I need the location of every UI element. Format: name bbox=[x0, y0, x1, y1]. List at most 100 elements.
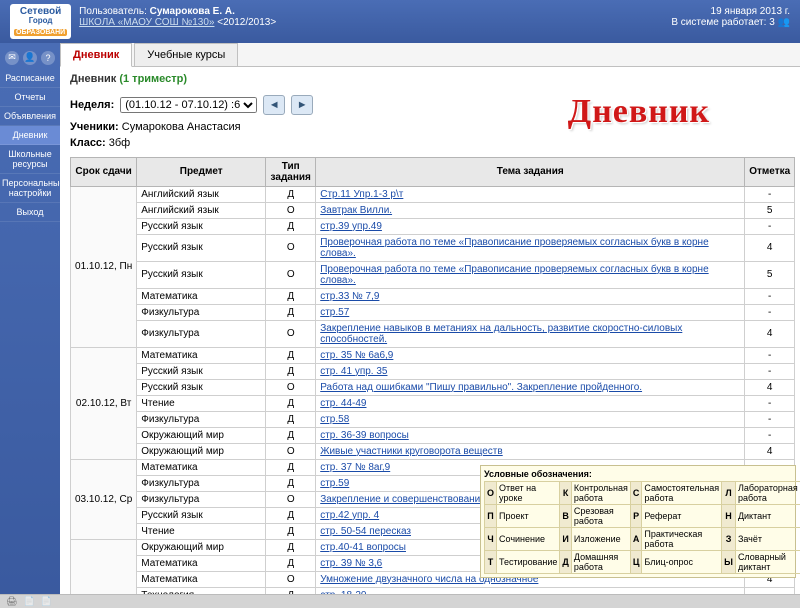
legend-key: Р bbox=[630, 505, 642, 528]
legend-value: Лабораторная работа bbox=[735, 482, 800, 505]
topic-link[interactable]: Закрепление навыков в метаниях на дально… bbox=[320, 323, 682, 345]
topic-link[interactable]: стр. 41 упр. 35 bbox=[320, 366, 387, 377]
subject-cell: Физкультура bbox=[137, 491, 266, 507]
type-cell: Д bbox=[266, 539, 316, 555]
topic-link[interactable]: стр. 44-49 bbox=[320, 398, 366, 409]
legend-key: З bbox=[722, 528, 736, 551]
type-cell: Д bbox=[266, 459, 316, 475]
topic-link[interactable]: Проверочная работа по теме «Правописание… bbox=[320, 264, 708, 286]
topic-link[interactable]: стр.39 упр.49 bbox=[320, 221, 382, 232]
legend-key: Т bbox=[485, 551, 497, 574]
subject-cell: Чтение bbox=[137, 395, 266, 411]
legend-value: Практическая работа bbox=[642, 528, 722, 551]
topic-link[interactable]: стр.58 bbox=[320, 414, 349, 425]
users-icon: 👥 bbox=[778, 17, 790, 28]
table-row: Английский языкОЗавтрак Вилли.5 bbox=[71, 202, 795, 218]
col-type: Тип задания bbox=[266, 157, 316, 186]
legend-key: Ц bbox=[630, 551, 642, 574]
subject-cell: Физкультура bbox=[137, 411, 266, 427]
subject-cell: Английский язык bbox=[137, 186, 266, 202]
topic-link[interactable]: Стр.11 Упр.1-3 р\т bbox=[320, 189, 403, 200]
topic-cell: стр. 41 упр. 35 bbox=[316, 363, 745, 379]
table-row: Русский языкДстр.39 упр.49- bbox=[71, 218, 795, 234]
sidebar-item[interactable]: Дневник bbox=[0, 126, 60, 145]
mark-cell: 5 bbox=[745, 261, 795, 288]
doc2-icon[interactable]: 📄 bbox=[41, 596, 52, 607]
topic-link[interactable]: Проверочная работа по теме «Правописание… bbox=[320, 237, 708, 259]
topic-link[interactable]: стр. 18-20 bbox=[320, 590, 366, 594]
mark-cell: - bbox=[745, 186, 795, 202]
topic-link[interactable]: стр.33 № 7,9 bbox=[320, 291, 379, 302]
online-count: 3 bbox=[769, 17, 775, 28]
topic-link[interactable]: стр.42 упр. 4 bbox=[320, 510, 379, 521]
topic-link[interactable]: Завтрак Вилли. bbox=[320, 205, 392, 216]
subject-cell: Физкультура bbox=[137, 320, 266, 347]
tab[interactable]: Дневник bbox=[60, 43, 132, 67]
mail-icon[interactable]: ✉ bbox=[5, 51, 19, 65]
legend-key: П bbox=[485, 505, 497, 528]
type-cell: Д bbox=[266, 347, 316, 363]
subject-cell: Окружающий мир bbox=[137, 443, 266, 459]
student-name: Сумарокова Анастасия bbox=[122, 121, 241, 133]
user-icon[interactable]: 👤 bbox=[23, 51, 37, 65]
topic-cell: Живые участники круговорота веществ bbox=[316, 443, 745, 459]
doc-icon[interactable]: 📄 bbox=[23, 596, 34, 607]
legend-value: Тестирование bbox=[497, 551, 560, 574]
legend-value: Словарный диктант bbox=[735, 551, 800, 574]
subject-cell: Окружающий мир bbox=[137, 427, 266, 443]
topic-link[interactable]: Работа над ошибками "Пишу правильно". За… bbox=[320, 382, 642, 393]
type-cell: О bbox=[266, 234, 316, 261]
type-cell: Д bbox=[266, 555, 316, 571]
sidebar-item[interactable]: Отчеты bbox=[0, 88, 60, 107]
legend-value: Реферат bbox=[642, 505, 722, 528]
topic-link[interactable]: стр. 50-54 пересказ bbox=[320, 526, 411, 537]
page-title: Дневник bbox=[70, 73, 116, 85]
sidebar-item[interactable]: Расписание bbox=[0, 69, 60, 88]
status-bar: 🖨 📄 📄 bbox=[0, 594, 800, 608]
type-cell: О bbox=[266, 491, 316, 507]
legend-key: В bbox=[560, 505, 572, 528]
print-icon[interactable]: 🖨 bbox=[6, 596, 17, 607]
subject-cell: Чтение bbox=[137, 523, 266, 539]
topic-cell: стр. 44-49 bbox=[316, 395, 745, 411]
header-date: 19 января 2013 г. bbox=[671, 6, 790, 17]
legend-key: О bbox=[485, 482, 497, 505]
school-link[interactable]: ШКОЛА «МАОУ СОШ №130» bbox=[79, 17, 214, 28]
topic-link[interactable]: Живые участники круговорота веществ bbox=[320, 446, 502, 457]
mark-cell: 4 bbox=[745, 234, 795, 261]
topic-cell: Завтрак Вилли. bbox=[316, 202, 745, 218]
subject-cell: Русский язык bbox=[137, 234, 266, 261]
legend-key: И bbox=[560, 528, 572, 551]
subject-cell: Русский язык bbox=[137, 507, 266, 523]
sidebar-item[interactable]: Персональные настройки bbox=[0, 174, 60, 203]
tab[interactable]: Учебные курсы bbox=[134, 43, 238, 66]
topic-link[interactable]: стр. 35 № 6а6,9 bbox=[320, 350, 393, 361]
week-select[interactable]: (01.10.12 - 07.10.12) :6 bbox=[120, 97, 257, 113]
sidebar-item[interactable]: Выход bbox=[0, 203, 60, 222]
sidebar-item[interactable]: Школьные ресурсы bbox=[0, 145, 60, 174]
subject-cell: Математика bbox=[137, 555, 266, 571]
help-icon[interactable]: ? bbox=[41, 51, 55, 65]
mark-cell: - bbox=[745, 347, 795, 363]
legend-value: Блиц-опрос bbox=[642, 551, 722, 574]
topic-link[interactable]: стр.59 bbox=[320, 478, 349, 489]
sidebar-item[interactable]: Объявления bbox=[0, 107, 60, 126]
legend-value: Диктант bbox=[735, 505, 800, 528]
topic-cell: стр.33 № 7,9 bbox=[316, 288, 745, 304]
table-row: Русский языкОРабота над ошибками "Пишу п… bbox=[71, 379, 795, 395]
type-cell: Д bbox=[266, 587, 316, 594]
mark-cell: - bbox=[745, 427, 795, 443]
prev-week-button[interactable]: ◄ bbox=[263, 95, 285, 115]
topic-link[interactable]: стр.57 bbox=[320, 307, 349, 318]
topic-link[interactable]: стр.40-41 вопросы bbox=[320, 542, 406, 553]
topic-link[interactable]: стр. 39 № 3,6 bbox=[320, 558, 382, 569]
topic-link[interactable]: стр. 36-39 вопросы bbox=[320, 430, 409, 441]
topic-link[interactable]: стр. 37 № 8аг,9 bbox=[320, 462, 390, 473]
app-header: Сетевой Город ОБРАЗОВАНИ Пользователь: С… bbox=[0, 0, 800, 43]
next-week-button[interactable]: ► bbox=[291, 95, 313, 115]
mark-cell: 4 bbox=[745, 443, 795, 459]
subject-cell: Математика bbox=[137, 571, 266, 587]
table-row: ТехнологияДстр. 18-20- bbox=[71, 587, 795, 594]
type-cell: О bbox=[266, 379, 316, 395]
sidebar: ✉ 👤 ? РасписаниеОтчетыОбъявленияДневникШ… bbox=[0, 43, 60, 594]
